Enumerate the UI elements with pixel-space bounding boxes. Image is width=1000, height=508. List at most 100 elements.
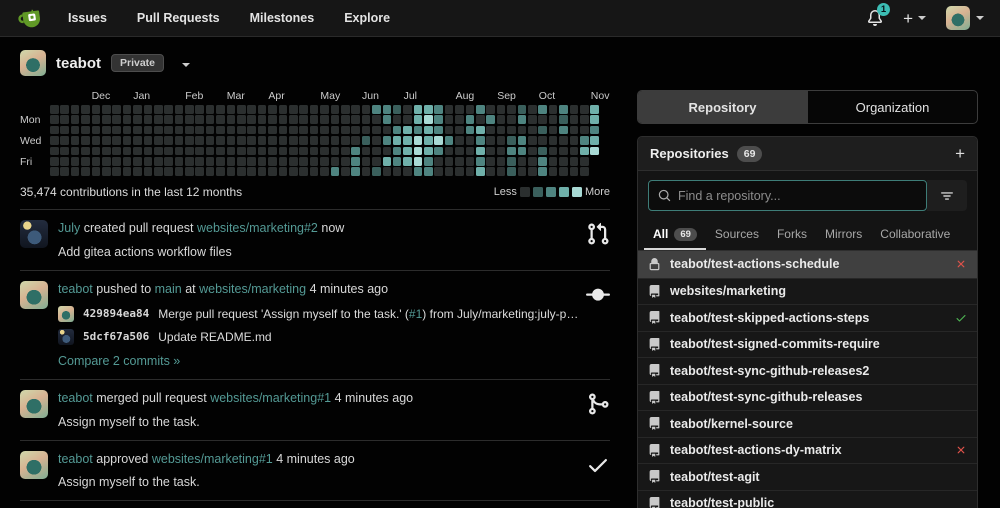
heatmap-cell [50,136,59,145]
repository-list-item[interactable]: teabot/test-actions-schedule [638,251,977,278]
legend-square [571,186,582,197]
repository-filter-button[interactable] [927,180,967,211]
repository-list-item[interactable]: teabot/test-skipped-actions-steps [638,304,977,331]
heatmap-cell [143,146,153,156]
repository-name: teabot/test-sync-github-releases2 [670,363,870,378]
context-switcher-button[interactable] [178,50,194,76]
heatmap-cell [340,156,350,166]
feed-link[interactable]: teabot [58,282,93,296]
heatmap-cell [153,156,163,166]
feed-entry-description[interactable]: Assign myself to the task. [58,475,580,489]
heatmap-cell [320,125,329,135]
check-icon [589,458,607,472]
committer-avatar[interactable] [58,305,74,322]
heatmap-cell [455,105,464,114]
repository-list-item[interactable]: teabot/test-signed-commits-require [638,330,977,357]
heatmap-cell [476,115,485,124]
heatmap-cell [205,125,215,135]
filter-tab-mirrors[interactable]: Mirrors [816,220,871,250]
heatmap-cell [413,136,423,145]
actor-avatar[interactable] [20,280,48,309]
commit-status-failure-icon[interactable] [955,444,967,456]
heatmap-cell [569,125,579,135]
heatmap-cell [372,156,381,166]
heatmap-cell [185,156,194,166]
compare-commits-link[interactable]: Compare 2 commits » [58,354,580,368]
heatmap-cell [444,125,454,135]
heatmap-cell [278,115,288,124]
feed-link[interactable]: websites/marketing#1 [152,452,273,466]
feed-link[interactable]: main [155,282,182,296]
committer-avatar[interactable] [58,328,74,345]
heatmap-cell [382,167,392,176]
filter-tab-forks[interactable]: Forks [768,220,816,250]
heatmap-cell [392,156,402,166]
tab-organization[interactable]: Organization [807,91,977,123]
heatmap-cell [559,115,568,124]
heatmap-cell [247,167,257,176]
filter-tab-all[interactable]: All 69 [644,220,706,250]
heatmap-cell [91,167,101,176]
heatmap-day-label: Fri [20,156,33,168]
heatmap-cell [195,167,205,176]
actor-avatar[interactable] [20,219,48,248]
repo-icon [649,470,660,484]
heatmap-cell [372,167,381,176]
heatmap-cell [50,156,59,166]
heatmap-cell [569,156,579,166]
heatmap-cell [424,125,433,135]
context-name[interactable]: teabot [56,55,101,72]
add-repository-button[interactable]: + [955,145,965,162]
feed-link[interactable]: websites/marketing [199,282,306,296]
commit-status-failure-icon[interactable] [955,258,967,270]
heatmap-cell [413,167,423,176]
gitea-logo-icon[interactable] [16,3,46,33]
heatmap-day-label: Wed [20,135,42,148]
tab-repository[interactable]: Repository [638,91,807,123]
nav-item-explore[interactable]: Explore [344,11,390,25]
x-icon [957,260,965,268]
nav-item-milestones[interactable]: Milestones [250,11,315,25]
notifications-button[interactable]: 1 [867,3,891,26]
heatmap-cell [361,156,371,166]
repositories-panel: Repository Organization Repositories 69 … [637,90,978,508]
feed-text: 4 minutes ago [272,451,355,466]
filter-tab-sources[interactable]: Sources [706,220,768,250]
context-avatar[interactable] [20,50,46,76]
commit-sha-link[interactable]: 5dcf67a506 [83,330,149,343]
heatmap-cell [299,146,308,156]
feed-link[interactable]: July [58,221,80,235]
repository-list-item[interactable]: teabot/test-public [638,489,977,508]
heatmap-cell [559,105,568,114]
feed-link[interactable]: teabot [58,391,93,405]
heatmap-cell [465,136,475,145]
commit-status-success-icon[interactable] [955,312,967,324]
repository-list-item[interactable]: websites/marketing [638,277,977,304]
repository-list-item[interactable]: teabot/test-agit [638,463,977,490]
heatmap-cell [237,105,246,114]
repository-list-item[interactable]: teabot/test-actions-dy-matrix [638,436,977,463]
heatmap-cell [517,136,527,145]
nav-item-issues[interactable]: Issues [68,11,107,25]
filter-tab-collaborative[interactable]: Collaborative [871,220,959,250]
repository-search-input[interactable] [678,188,917,203]
heatmap-cell [559,146,568,156]
heatmap-cell [185,146,194,156]
repository-list-item[interactable]: teabot/test-sync-github-releases [638,383,977,410]
nav-item-pull-requests[interactable]: Pull Requests [137,11,220,25]
repository-list-item[interactable]: teabot/kernel-source [638,410,977,437]
filter-all-count-badge: 69 [674,227,697,241]
feed-link[interactable]: #1 [409,307,422,321]
user-menu-dropdown[interactable] [946,6,984,30]
actor-avatar[interactable] [20,450,48,479]
repository-list-item[interactable]: teabot/test-sync-github-releases2 [638,357,977,384]
actor-avatar[interactable] [20,389,48,418]
heatmap-cell [590,115,599,124]
heatmap-cell [216,167,225,176]
commit-sha-link[interactable]: 429894ea84 [83,307,149,320]
feed-link[interactable]: teabot [58,452,93,466]
heatmap-cell [330,125,340,135]
create-new-dropdown[interactable]: + [903,10,926,27]
feed-link[interactable]: websites/marketing#1 [210,391,331,405]
feed-link[interactable]: websites/marketing#2 [197,221,318,235]
